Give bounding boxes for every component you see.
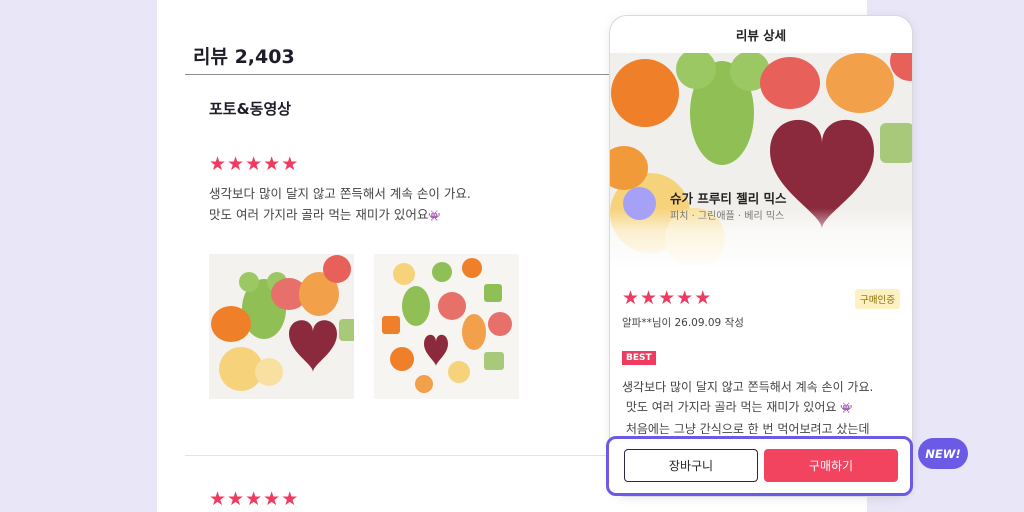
star-icon: ★ xyxy=(263,488,281,510)
new-badge: NEW! xyxy=(918,438,968,469)
review-divider xyxy=(185,455,645,456)
photo-video-section-title: 포토&동영상 xyxy=(209,100,292,118)
star-icon: ★ xyxy=(640,287,658,309)
verified-purchase-badge: 구매인증 xyxy=(855,289,900,309)
detail-rating: ★ ★ ★ ★ ★ xyxy=(622,289,711,308)
star-icon: ★ xyxy=(622,287,640,309)
star-icon: ★ xyxy=(676,287,694,309)
buy-now-button[interactable]: 구매하기 xyxy=(764,449,898,482)
star-icon: ★ xyxy=(227,153,245,175)
star-icon: ★ xyxy=(209,153,227,175)
detail-review-body: 생각보다 많이 달지 않고 쫀득해서 계속 손이 가요. 맛도 여러 가지라 골… xyxy=(622,377,873,439)
author-date: 알파**님이 26.09.09 작성 xyxy=(622,317,744,329)
alien-emoji: 👾 xyxy=(428,211,441,222)
review-line: 생각보다 많이 달지 않고 쫀득해서 계속 손이 가요. xyxy=(622,380,874,394)
star-icon: ★ xyxy=(245,153,263,175)
reviews-title: 리뷰 2,403 xyxy=(193,46,295,68)
best-badge: BEST xyxy=(622,351,656,365)
star-icon: ★ xyxy=(658,287,676,309)
product-photo xyxy=(610,53,912,266)
review-photo[interactable] xyxy=(374,254,519,399)
star-icon: ★ xyxy=(227,488,245,510)
star-icon: ★ xyxy=(281,488,299,510)
star-icon: ★ xyxy=(209,488,227,510)
review-rating: ★ ★ ★ ★ ★ xyxy=(209,490,298,509)
review-body: 생각보다 많이 달지 않고 쫀득해서 계속 손이 가요. 맛도 여러 가지라 골… xyxy=(209,183,471,227)
star-icon: ★ xyxy=(694,287,712,309)
review-line: 생각보다 많이 달지 않고 쫀득해서 계속 손이 가요. xyxy=(209,186,471,201)
review-detail-panel: 리뷰 상세 슈가 프루티 젤리 믹스 피치 · 그린애플 · 베리 믹스 ★ ★… xyxy=(609,15,913,497)
review-line: 맛도 여러 가지라 골라 먹는 재미가 있어요👾 xyxy=(209,207,441,222)
title-divider xyxy=(185,74,645,75)
review-photo[interactable] xyxy=(209,254,354,399)
product-avatar xyxy=(623,187,656,220)
alien-emoji: 👾 xyxy=(840,403,853,414)
star-icon: ★ xyxy=(245,488,263,510)
purchase-action-bar: 장바구니 구매하기 xyxy=(606,436,913,496)
star-icon: ★ xyxy=(281,153,299,175)
add-to-cart-button[interactable]: 장바구니 xyxy=(624,449,758,482)
review-rating: ★ ★ ★ ★ ★ xyxy=(209,155,298,174)
review-line: 맛도 여러 가지라 골라 먹는 재미가 있어요 👾 xyxy=(625,400,853,414)
product-name: 슈가 프루티 젤리 믹스 xyxy=(670,191,787,206)
star-icon: ★ xyxy=(263,153,281,175)
detail-header: 리뷰 상세 xyxy=(735,28,787,43)
product-options: 피치 · 그린애플 · 베리 믹스 xyxy=(670,211,785,222)
